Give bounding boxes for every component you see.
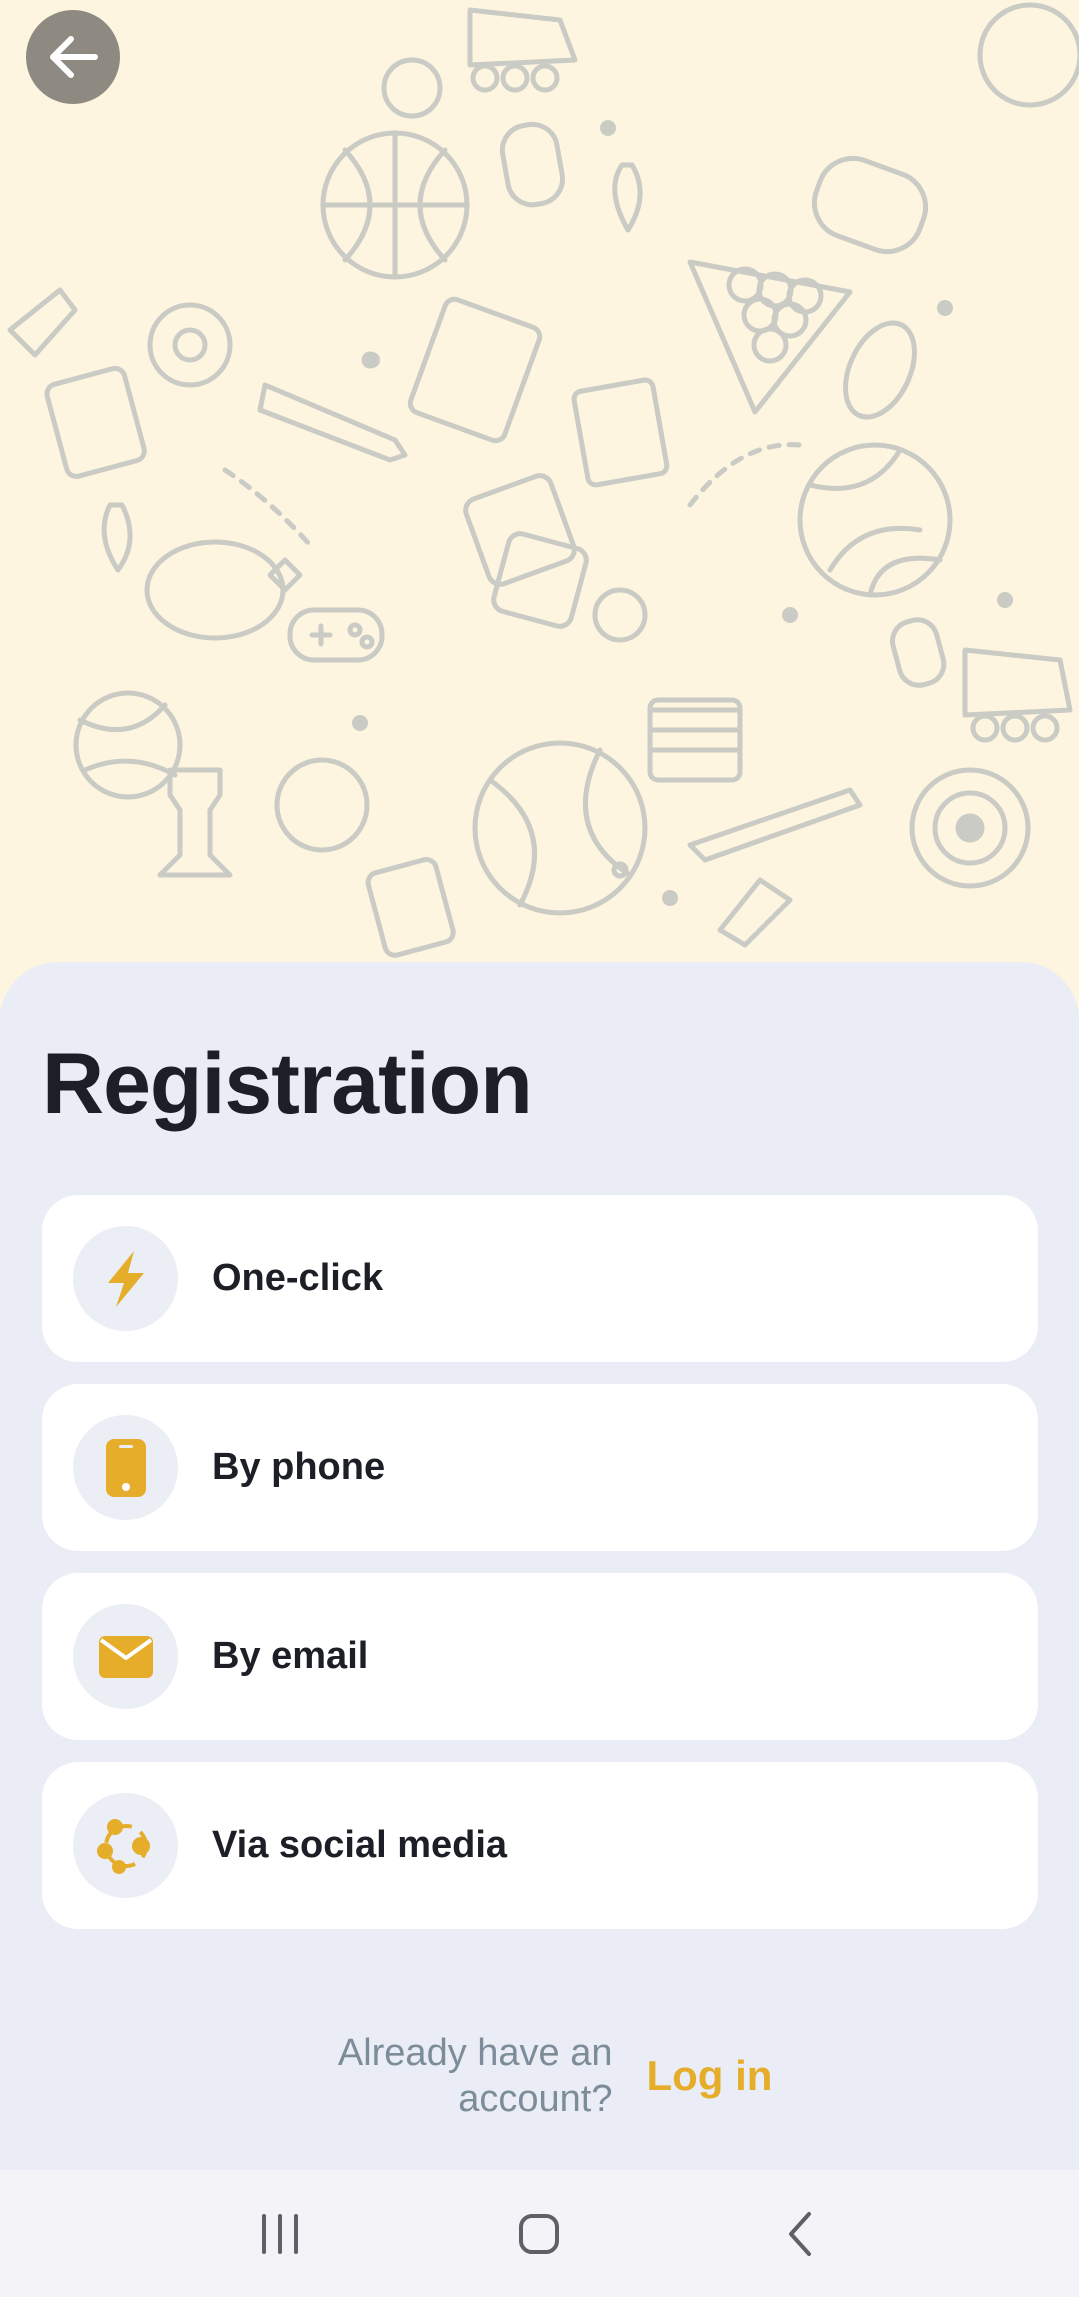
- icon-circle: [73, 1604, 178, 1709]
- baseball-doodle: [472, 740, 648, 916]
- registration-options-list: One-click By phone By email Via social m…: [42, 1195, 1038, 1951]
- recents-button[interactable]: [235, 2189, 325, 2279]
- option-by-email[interactable]: By email: [42, 1573, 1038, 1740]
- basketball-doodle: [320, 130, 470, 280]
- home-button[interactable]: [494, 2189, 584, 2279]
- social-network-icon: [96, 1818, 150, 1874]
- arrow-left-icon: [50, 36, 98, 78]
- already-have-account-text: Already have an account?: [337, 2032, 613, 2120]
- option-label: Via social media: [212, 1824, 508, 1866]
- icon-circle: [73, 1226, 178, 1331]
- option-label: By email: [212, 1635, 369, 1677]
- billiard-rack-doodle: [687, 259, 853, 415]
- home-icon: [519, 2213, 560, 2254]
- system-back-button[interactable]: [754, 2189, 844, 2279]
- sports-pattern-banner: [0, 0, 1079, 1010]
- option-via-social-media[interactable]: Via social media: [42, 1762, 1038, 1929]
- option-label: By phone: [212, 1446, 386, 1488]
- option-label: One-click: [212, 1257, 384, 1299]
- login-prompt: Already have an account? Log in: [0, 2030, 1079, 2122]
- sports-doodle-pattern: [7, 2, 1079, 958]
- back-chevron-icon: [789, 2211, 812, 2256]
- back-button[interactable]: [26, 10, 120, 104]
- option-one-click[interactable]: One-click: [42, 1195, 1038, 1362]
- lightning-icon: [107, 1250, 144, 1307]
- icon-circle: [73, 1793, 178, 1898]
- page-title: Registration: [42, 1036, 533, 1132]
- icon-circle: [73, 1415, 178, 1520]
- option-by-phone[interactable]: By phone: [42, 1384, 1038, 1551]
- system-navigation-bar: [0, 2170, 1079, 2297]
- recents-icon: [261, 2213, 298, 2254]
- envelope-icon: [98, 1635, 153, 1678]
- phone-icon: [105, 1438, 146, 1497]
- volleyball-doodle: [797, 442, 953, 598]
- login-link[interactable]: Log in: [647, 2052, 847, 2100]
